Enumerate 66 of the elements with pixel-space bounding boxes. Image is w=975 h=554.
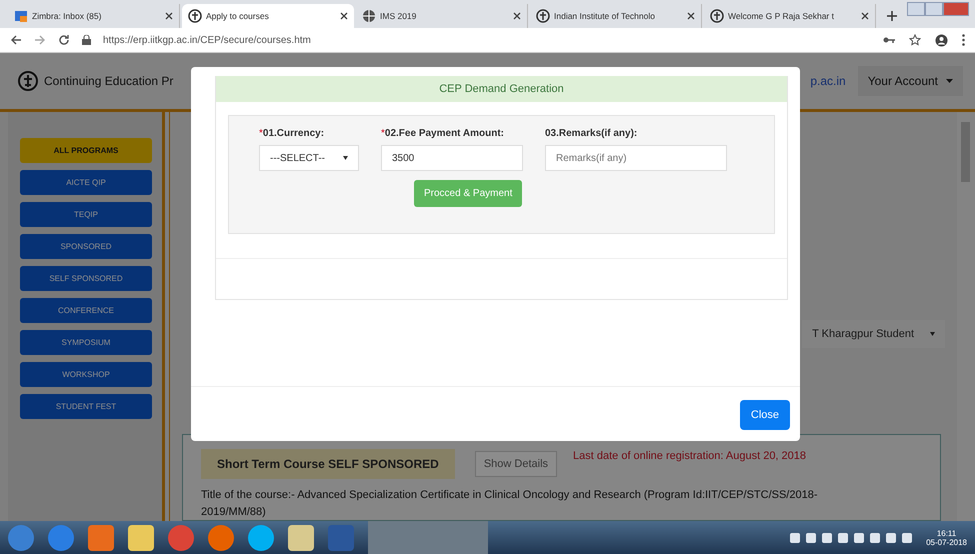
course-title-text: Title of the course:- Advanced Specialization Certificate in Clinical Oncology and Research (Program Id:IIT/CEP/STC/SS/2018-2019/MM/88) [201, 488, 818, 520]
mail-icon [14, 9, 28, 23]
browser-tab[interactable]: Apply to courses [182, 4, 354, 28]
program-button[interactable]: STUDENT FEST [20, 394, 152, 419]
remarks-field[interactable]: Remarks(if any) [545, 145, 727, 171]
tray-icon[interactable] [870, 533, 880, 543]
emblem-icon [188, 9, 202, 23]
star-icon[interactable] [909, 34, 921, 46]
tray-icon[interactable] [806, 533, 816, 543]
caret-icon [930, 332, 935, 336]
program-button[interactable]: AICTE QIP [20, 170, 152, 195]
program-button[interactable]: SELF SPONSORED [20, 266, 152, 291]
field-label: *01.Currency: [259, 128, 326, 139]
caret-icon [946, 79, 953, 83]
close-icon[interactable] [340, 12, 348, 20]
browser-tab[interactable]: Indian Institute of Technolo [530, 4, 702, 28]
address-field[interactable]: https://erp.iitkgp.ac.in/CEP/secure/courses.htm [103, 34, 311, 46]
proceed-payment-button[interactable]: Procced & Payment [414, 180, 522, 207]
tray-icon[interactable] [838, 533, 848, 543]
tray-icon[interactable] [822, 533, 832, 543]
show-details-button[interactable]: Show Details [474, 451, 558, 477]
program-button[interactable]: SYMPOSIUM [20, 330, 152, 355]
tray-icon[interactable] [854, 533, 864, 543]
program-button[interactable]: CONFERENCE [20, 298, 152, 323]
site-title: Continuing Education Pr [44, 74, 174, 88]
close-icon[interactable] [513, 12, 521, 20]
account-icon[interactable] [935, 34, 948, 46]
tray-icon[interactable] [902, 533, 912, 543]
close-button[interactable]: Close [740, 400, 790, 430]
welcome-text: p.ac.in [810, 74, 846, 88]
browser-tab[interactable]: Welcome G P Raja Sekhar t [704, 4, 876, 28]
emblem-logo-icon [18, 71, 38, 91]
program-button[interactable]: ALL PROGRAMS [20, 138, 152, 163]
deadline-text: Last date of online registration: August 20, 2018 [573, 450, 806, 462]
tray-icon[interactable] [790, 533, 800, 543]
modal-title: CEP Demand Generation [216, 76, 787, 102]
clock-date: 05-07-2018 [926, 538, 967, 547]
back-arrow-icon[interactable] [10, 34, 22, 46]
globe-icon [362, 9, 376, 23]
course-type-label: Short Term Course SELF SPONSORED [201, 449, 455, 479]
menu-icon[interactable] [962, 34, 965, 46]
scroll-thumb[interactable] [961, 122, 970, 182]
program-button[interactable]: TEQIP [20, 202, 152, 227]
field-label: 03.Remarks(if any): [545, 128, 638, 139]
plus-icon[interactable] [886, 10, 898, 22]
amount-field[interactable]: 3500 [381, 145, 523, 171]
close-icon[interactable] [165, 12, 173, 20]
tray-icon[interactable] [886, 533, 896, 543]
currency-select[interactable]: ---SELECT-- [259, 145, 359, 171]
key-icon[interactable] [883, 36, 895, 44]
browser-tab[interactable]: IMS 2019 [356, 4, 528, 28]
field-label: *02.Fee Payment Amount: [381, 128, 506, 139]
user-type-select[interactable]: T Kharagpur Student [802, 320, 945, 348]
close-icon[interactable] [861, 12, 869, 20]
browser-tab[interactable]: Zimbra: Inbox (85) [8, 4, 180, 28]
reload-icon[interactable] [58, 34, 70, 46]
program-button[interactable]: SPONSORED [20, 234, 152, 259]
emblem-icon [536, 9, 550, 23]
emblem-icon [710, 9, 724, 23]
close-icon[interactable] [687, 12, 695, 20]
clock-time: 16:11 [936, 529, 956, 538]
lock-icon [82, 35, 91, 45]
account-button[interactable]: Your Account [858, 66, 963, 96]
program-button[interactable]: WORKSHOP [20, 362, 152, 387]
caret-icon [343, 156, 348, 160]
scrollbar[interactable] [957, 112, 975, 521]
